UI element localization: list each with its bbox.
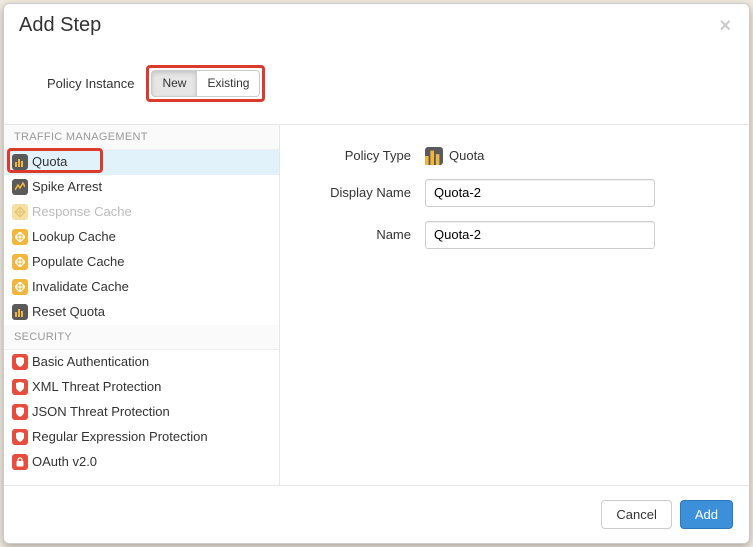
policy-item-basic-authentication[interactable]: Basic Authentication [4,350,279,375]
shield-icon [12,379,28,395]
policy-instance-existing[interactable]: Existing [196,70,260,97]
cache-icon [12,254,28,270]
policy-item-xml-threat-protection[interactable]: XML Threat Protection [4,375,279,400]
policy-instance-toggle: New Existing [151,70,260,97]
new-button-highlight: New Existing [146,65,265,102]
policy-item-quota[interactable]: Quota [4,150,279,175]
policy-item-spike-arrest[interactable]: Spike Arrest [4,175,279,200]
policy-item-label: JSON Threat Protection [32,404,170,419]
close-icon[interactable]: × [713,14,737,39]
policy-item-populate-cache[interactable]: Populate Cache [4,250,279,275]
quota-icon [12,154,28,170]
policy-item-label: Reset Quota [32,304,105,319]
policy-item-response-cache: Response Cache [4,200,279,225]
policy-item-invalidate-cache[interactable]: Invalidate Cache [4,275,279,300]
policy-item-regular-expression-protection[interactable]: Regular Expression Protection [4,425,279,450]
policy-item-json-threat-protection[interactable]: JSON Threat Protection [4,400,279,425]
policy-type-row: Policy Type Quota [290,147,719,165]
name-label: Name [290,227,425,242]
policy-instance-new[interactable]: New [151,70,196,97]
policy-item-label: Regular Expression Protection [32,429,208,444]
policy-item-label: Populate Cache [32,254,125,269]
policy-list-pane[interactable]: TRAFFIC MANAGEMENT Quota Spike Arrest Respo… [4,125,280,485]
modal-title: Add Step [19,14,734,37]
lock-icon [12,454,28,470]
modal-header: Add Step × [4,4,749,49]
shield-icon [12,429,28,445]
display-name-label: Display Name [290,185,425,200]
policy-instance-label: Policy Instance [47,76,134,91]
policy-item-label: Basic Authentication [32,354,149,369]
policy-item-label: Response Cache [32,204,132,219]
policy-section-title: TRAFFIC MANAGEMENT [4,125,279,150]
name-input[interactable] [425,221,655,249]
policy-item-label: OAuth v2.0 [32,454,97,469]
shield-icon [12,354,28,370]
add-button[interactable]: Add [680,500,733,529]
policy-item-oauth-v2-0[interactable]: OAuth v2.0 [4,450,279,475]
cache-icon [12,204,28,220]
modal-footer: Cancel Add [4,485,749,543]
cache-icon [12,229,28,245]
policy-item-label: Spike Arrest [32,179,102,194]
modal-body: TRAFFIC MANAGEMENT Quota Spike Arrest Respo… [4,125,749,485]
policy-item-label: Quota [32,154,67,169]
cache-icon [12,279,28,295]
cancel-button[interactable]: Cancel [601,500,671,529]
policy-item-reset-quota[interactable]: Reset Quota [4,300,279,325]
quota-icon [12,304,28,320]
add-step-modal: Add Step × Policy Instance New Existing … [3,3,750,544]
spike-icon [12,179,28,195]
policy-instance-row: Policy Instance New Existing [4,49,749,125]
policy-type-value: Quota [449,148,484,163]
policy-section-title: SECURITY [4,325,279,350]
shield-icon [12,404,28,420]
policy-item-label: Invalidate Cache [32,279,129,294]
policy-item-label: Lookup Cache [32,229,116,244]
display-name-row: Display Name [290,179,719,207]
policy-form: Policy Type Quota Display Name Name [280,125,749,485]
policy-item-lookup-cache[interactable]: Lookup Cache [4,225,279,250]
policy-item-label: XML Threat Protection [32,379,161,394]
quota-icon [425,147,443,165]
display-name-input[interactable] [425,179,655,207]
policy-type-label: Policy Type [290,148,425,163]
name-row: Name [290,221,719,249]
